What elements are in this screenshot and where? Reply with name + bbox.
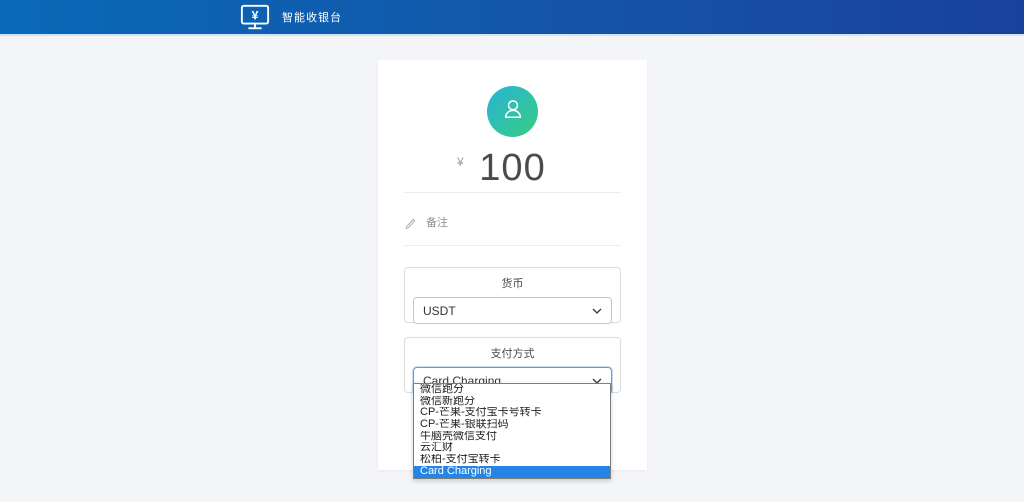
currency-select[interactable]: USDT (413, 297, 612, 324)
dropdown-option[interactable]: 微信跑分 (414, 384, 610, 396)
remark-label: 备注 (426, 214, 448, 230)
brand: ¥ 智能收银台 (240, 4, 342, 30)
dropdown-option[interactable]: CP-芒果-支付宝卡号转卡 (414, 407, 610, 419)
app-header: ¥ 智能收银台 (0, 0, 1024, 36)
amount-value: 100 (479, 147, 545, 189)
payment-method-dropdown: 微信跑分 微信新跑分 CP-芒果-支付宝卡号转卡 CP-芒果-银联扫码 牛脑壳微… (413, 383, 611, 479)
payment-method-label: 支付方式 (413, 345, 612, 361)
currency-label: 货币 (413, 275, 612, 291)
amount-row: ¥ 100 (404, 143, 621, 193)
person-icon (500, 96, 526, 127)
dropdown-option[interactable]: 松柏-支付宝转卡 (414, 454, 610, 466)
pencil-icon (404, 216, 417, 229)
currency-symbol: ¥ (457, 155, 464, 169)
avatar (487, 86, 538, 137)
dropdown-option[interactable]: 牛脑壳微信支付 (414, 431, 610, 443)
dropdown-option[interactable]: CP-芒果-银联扫码 (414, 419, 610, 431)
chevron-down-icon (592, 308, 602, 314)
dropdown-option[interactable]: 云汇财 (414, 442, 610, 454)
dropdown-option[interactable]: 微信新跑分 (414, 396, 610, 408)
dropdown-option[interactable]: Card Charging (414, 466, 610, 478)
currency-selected-value: USDT (423, 304, 456, 318)
brand-title: 智能收银台 (282, 9, 342, 25)
remark-field[interactable]: 备注 (404, 214, 621, 246)
monitor-yen-icon: ¥ (240, 4, 270, 30)
currency-section: 货币 USDT (404, 267, 621, 323)
svg-text:¥: ¥ (252, 8, 259, 22)
